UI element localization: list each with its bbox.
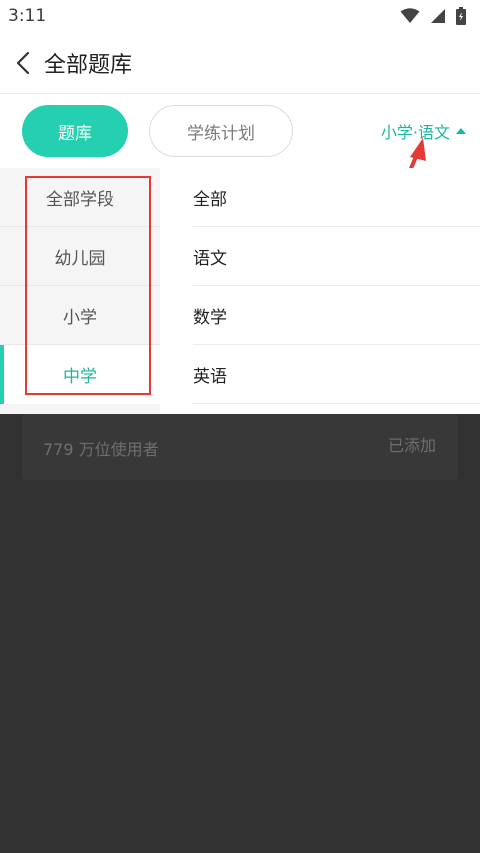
dim-overlay[interactable]: 779 万位使用者 已添加 bbox=[0, 414, 480, 853]
subject-label: 数学 bbox=[193, 308, 227, 328]
divider bbox=[193, 403, 480, 404]
subject-list: 全部 语文 数学 英语 bbox=[160, 168, 480, 406]
stage-item-kindergarten[interactable]: 幼儿园 bbox=[0, 227, 160, 286]
wifi-icon bbox=[400, 8, 420, 23]
stage-item-middle-school[interactable]: 中学 bbox=[0, 345, 160, 404]
battery-icon bbox=[456, 7, 466, 25]
cellular-icon bbox=[431, 9, 445, 23]
tab-study-plan[interactable]: 学练计划 bbox=[149, 105, 293, 157]
filter-dropdown-panel: 全部学段 幼儿园 小学 中学 全部 语文 数学 英语 bbox=[0, 168, 480, 414]
subject-item-english[interactable]: 英语 bbox=[160, 345, 480, 404]
back-button[interactable] bbox=[4, 43, 44, 83]
app-header: 全部题库 bbox=[0, 32, 480, 94]
status-time: 3:11 bbox=[8, 6, 47, 26]
subject-item-math[interactable]: 数学 bbox=[160, 286, 480, 345]
added-status: 已添加 bbox=[387, 436, 436, 455]
stage-label: 小学 bbox=[63, 308, 97, 328]
subject-item-chinese[interactable]: 语文 bbox=[160, 227, 480, 286]
subject-label: 语文 bbox=[193, 249, 227, 269]
subject-label: 英语 bbox=[193, 367, 227, 387]
stage-label: 全部学段 bbox=[46, 190, 114, 210]
tab-question-bank[interactable]: 题库 bbox=[22, 105, 128, 157]
chevron-left-icon bbox=[16, 51, 30, 75]
subject-label: 全部 bbox=[193, 190, 227, 210]
selection-indicator bbox=[0, 345, 4, 404]
subject-item-all[interactable]: 全部 bbox=[160, 168, 480, 227]
stage-list-footer bbox=[0, 406, 160, 414]
background-bank-card: 779 万位使用者 已添加 bbox=[22, 414, 458, 480]
stage-list: 全部学段 幼儿园 小学 中学 bbox=[0, 168, 160, 406]
status-bar: 3:11 bbox=[0, 0, 480, 32]
stage-item-primary[interactable]: 小学 bbox=[0, 286, 160, 345]
stage-label: 幼儿园 bbox=[54, 249, 106, 269]
page: 3:11 全部题库 题库 学练计划 小学·语文 全部学段 幼儿园 小学 中学 全… bbox=[0, 0, 480, 853]
status-icons bbox=[400, 7, 466, 25]
caret-up-icon bbox=[456, 128, 466, 134]
stage-label: 中学 bbox=[63, 367, 97, 387]
stage-item-all[interactable]: 全部学段 bbox=[0, 168, 160, 227]
page-title: 全部题库 bbox=[44, 53, 133, 78]
user-count: 779 万位使用者 bbox=[43, 440, 159, 459]
